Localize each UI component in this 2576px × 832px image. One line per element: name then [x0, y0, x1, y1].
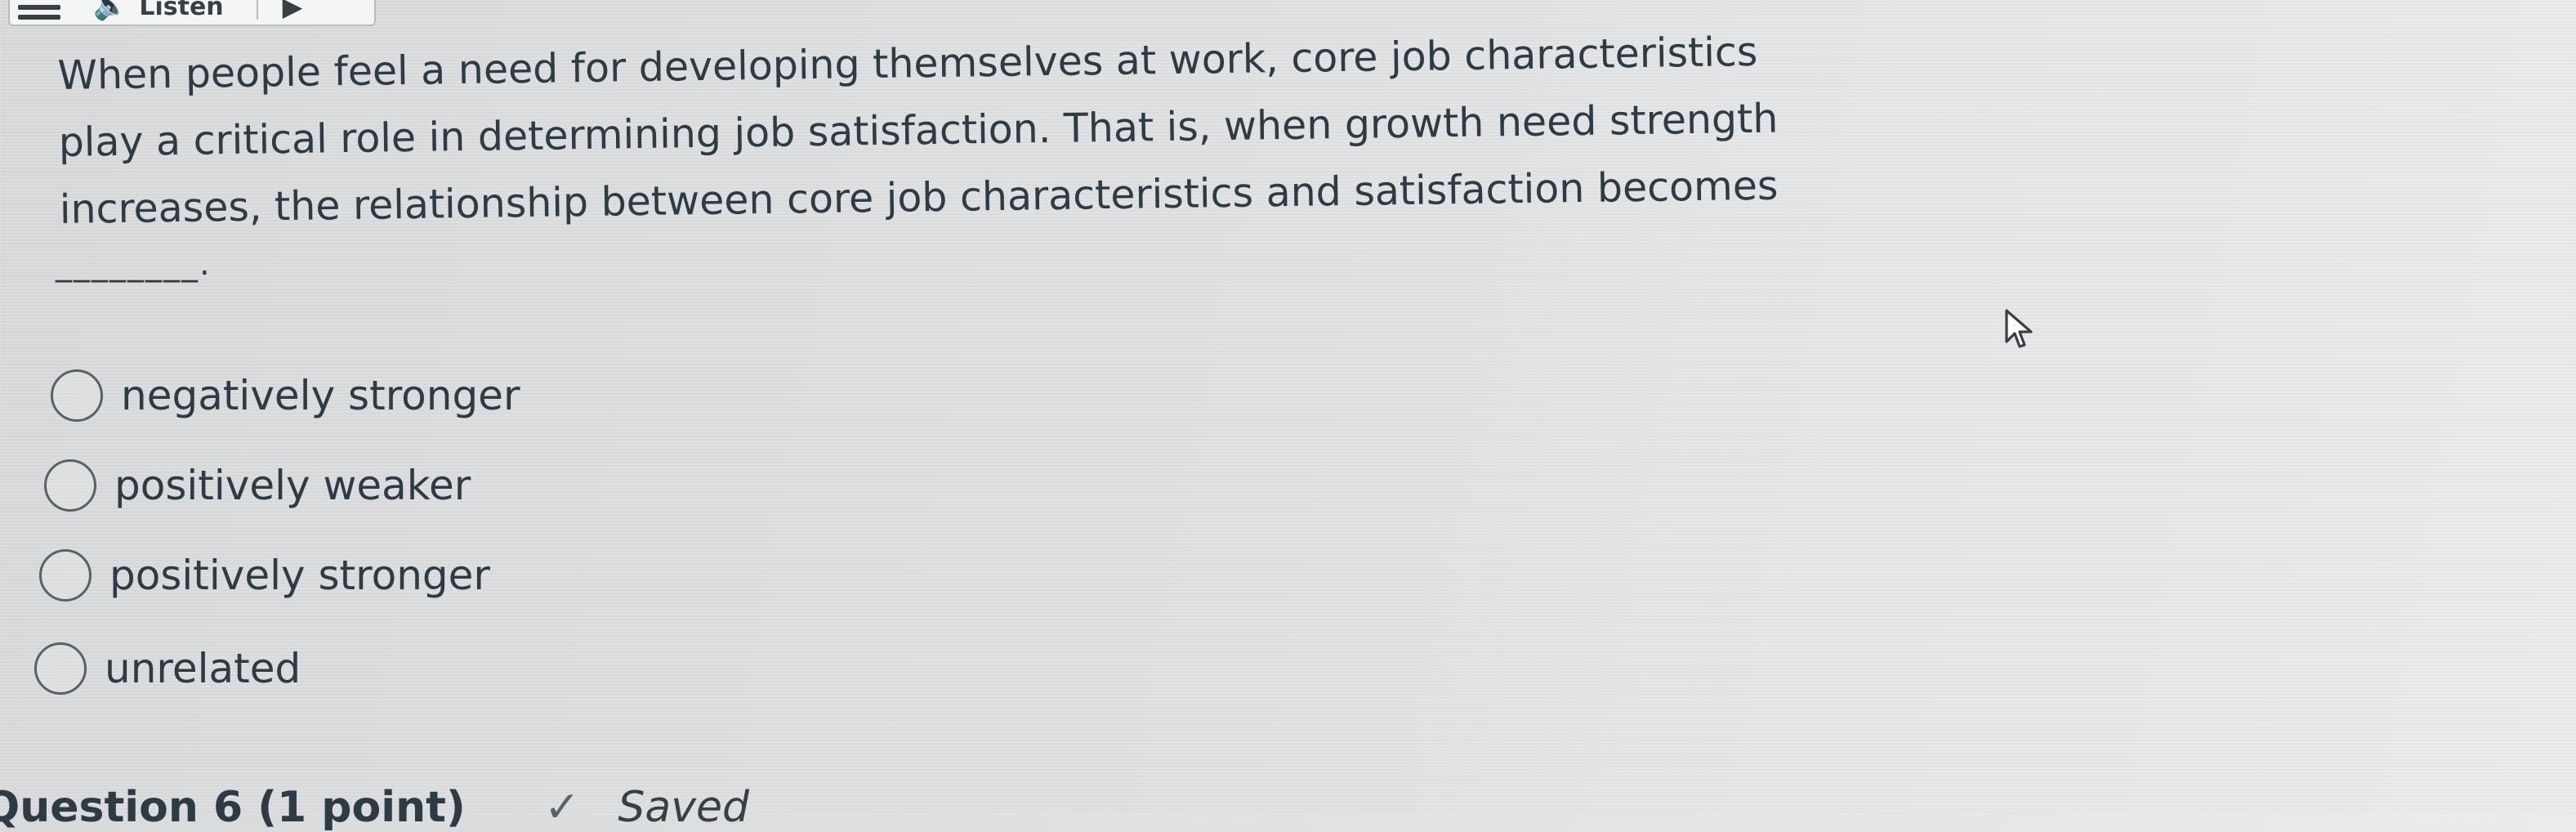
option-label: positively weaker [114, 462, 471, 509]
mouse-pointer-icon [2005, 309, 2033, 348]
radio-button[interactable] [44, 459, 96, 512]
question-number-label: Question 6 (1 point) [0, 783, 466, 832]
answer-blank: ________. [56, 245, 212, 283]
listen-button[interactable]: Listen [139, 0, 223, 20]
hamburger-icon[interactable] [18, 0, 60, 20]
checkmark-icon: ✓ [544, 783, 580, 832]
speaker-icon[interactable]: 🔈 [93, 0, 127, 20]
next-question-header: Question 6 (1 point) ✓ Saved [0, 783, 749, 832]
option-positively-stronger[interactable]: positively stronger [39, 549, 490, 602]
question-text: When people feel a need for developing t… [57, 18, 1841, 244]
option-label: positively stronger [109, 552, 490, 599]
toolbar-divider [256, 0, 258, 20]
option-label: negatively stronger [121, 372, 520, 419]
radio-button[interactable] [34, 642, 87, 695]
radio-button[interactable] [51, 369, 103, 422]
radio-button[interactable] [39, 549, 92, 602]
option-unrelated[interactable]: unrelated [34, 642, 301, 695]
saved-status: Saved [618, 783, 750, 832]
option-negatively-stronger[interactable]: negatively stronger [51, 369, 520, 422]
play-icon[interactable]: ▶ [283, 0, 303, 20]
option-label: unrelated [105, 645, 301, 692]
option-positively-weaker[interactable]: positively weaker [44, 459, 471, 512]
read-aloud-toolbar: 🔈 Listen ▶ [8, 0, 376, 26]
